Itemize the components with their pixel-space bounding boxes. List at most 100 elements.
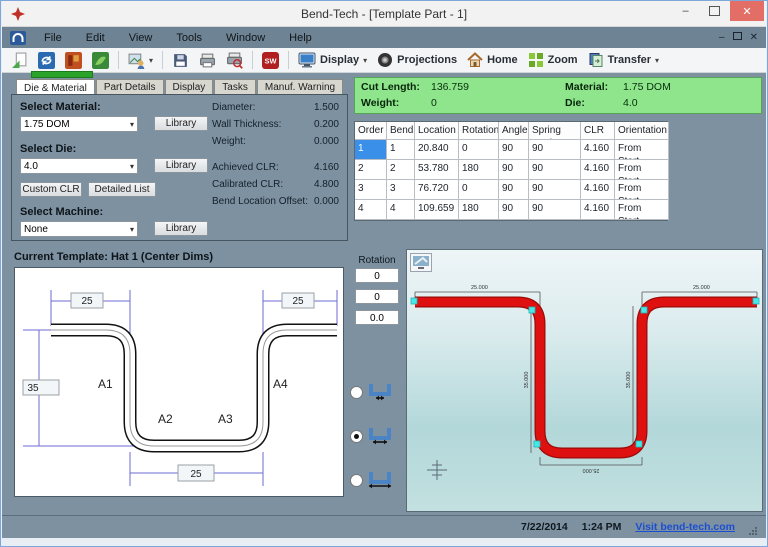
- diameter-value: 1.500: [313, 102, 339, 113]
- menu-edit[interactable]: Edit: [74, 32, 117, 44]
- viewport-dim-left-leg: 35.000: [524, 372, 530, 389]
- toolbar: ▾ SW Display ▾ Projections Home Zoom Tran…: [2, 48, 766, 73]
- home-button[interactable]: Home: [462, 50, 523, 70]
- die-library-panel-button[interactable]: Library: [154, 158, 208, 173]
- summary-weight-value: 0: [431, 97, 437, 109]
- table-row[interactable]: 1120.840090904.160From Start: [355, 140, 669, 160]
- display-button[interactable]: Display ▾: [293, 50, 372, 70]
- measure-option-center[interactable]: [350, 426, 394, 446]
- zoom-icon: [528, 53, 543, 67]
- dim-input-top-left[interactable]: 25: [70, 292, 104, 309]
- maximize-button[interactable]: [700, 1, 729, 21]
- machine-select[interactable]: None ▾: [20, 221, 138, 237]
- projections-button[interactable]: Projections: [372, 50, 462, 70]
- close-button[interactable]: ✕: [730, 1, 764, 21]
- print-preview-button[interactable]: [221, 50, 248, 71]
- export-dropdown-arrow[interactable]: ▾: [149, 56, 153, 65]
- viewport-dim-top-left: 25.000: [471, 285, 488, 291]
- rotation-input-1[interactable]: 0: [355, 268, 399, 283]
- table-row[interactable]: 2253.78018090904.160From Start: [355, 160, 669, 180]
- material-library-button[interactable]: [60, 50, 87, 71]
- rotation-panel: Rotation 0 0 0.0: [348, 249, 406, 511]
- home-window-icon: [10, 30, 26, 45]
- col-rotation: Rotation: [459, 122, 499, 140]
- channel-center-icon: [369, 428, 391, 445]
- application-window: Bend-Tech - [Template Part - 1] – ✕ File…: [0, 0, 768, 547]
- tab-display[interactable]: Display: [164, 79, 214, 95]
- cut-length-value: 136.759: [431, 81, 469, 93]
- bend-label-a3: A3: [218, 412, 233, 426]
- material-select[interactable]: 1.75 DOM ▾: [20, 116, 138, 132]
- save-button[interactable]: [167, 50, 194, 71]
- resize-grip[interactable]: [749, 523, 758, 535]
- title-bar: Bend-Tech - [Template Part - 1] – ✕: [2, 1, 766, 27]
- achieved-clr-value: 4.160: [313, 162, 339, 173]
- part-viewport[interactable]: 25.000 25.000 35.000 35.000 25.000: [406, 249, 763, 512]
- tab-manuf-warning[interactable]: Manuf. Warning: [256, 79, 344, 95]
- transfer-icon: [589, 53, 603, 67]
- tab-part-details[interactable]: Part Details: [95, 79, 164, 95]
- weight-value: 0.000: [313, 136, 339, 147]
- refresh-button[interactable]: [33, 50, 60, 71]
- dim-input-bottom[interactable]: 25: [177, 464, 215, 482]
- solidworks-export-button[interactable]: SW: [257, 50, 284, 71]
- channel-inside-icon: [369, 472, 391, 489]
- radio-inside[interactable]: [350, 473, 363, 487]
- zoom-button[interactable]: Zoom: [523, 50, 583, 70]
- svg-text:35: 35: [27, 383, 39, 394]
- bend-label-a1: A1: [98, 377, 113, 391]
- svg-text:SW: SW: [265, 56, 277, 65]
- material-library-panel-button[interactable]: Library: [154, 116, 208, 131]
- summary-box: Cut Length: 136.759 Weight: 0 Material: …: [354, 77, 762, 114]
- radio-center[interactable]: [350, 429, 363, 443]
- summary-weight-label: Weight:: [361, 97, 400, 109]
- detailed-list-button[interactable]: Detailed List: [88, 182, 156, 197]
- transfer-button[interactable]: Transfer ▾: [583, 50, 664, 70]
- content-area: Die & Material Part Details Display Task…: [2, 71, 766, 515]
- menu-help[interactable]: Help: [277, 32, 324, 44]
- svg-text:25: 25: [190, 469, 202, 480]
- rotation-label: Rotation: [358, 255, 396, 266]
- measure-option-outside[interactable]: [350, 382, 394, 402]
- bend-tech-link[interactable]: Visit bend-tech.com: [635, 521, 735, 533]
- new-part-button[interactable]: [6, 50, 33, 71]
- custom-clr-button[interactable]: Custom CLR: [20, 182, 82, 197]
- bend-node-markers: [410, 297, 760, 448]
- mdi-close-button[interactable]: ✕: [750, 32, 758, 43]
- mdi-minimize-button[interactable]: –: [719, 32, 725, 43]
- template-header: Current Template: Hat 1 (Center Dims): [14, 251, 214, 263]
- print-button[interactable]: [194, 50, 221, 71]
- minimize-button[interactable]: –: [671, 1, 700, 21]
- menu-file[interactable]: File: [32, 32, 74, 44]
- svg-text:25: 25: [81, 296, 93, 307]
- col-bend: Bend: [387, 122, 415, 140]
- summary-die-label: Die:: [565, 97, 585, 109]
- window-title: Bend-Tech - [Template Part - 1]: [300, 7, 468, 21]
- viewport-display-icon[interactable]: [410, 253, 432, 277]
- menu-view[interactable]: View: [117, 32, 165, 44]
- tab-tasks[interactable]: Tasks: [214, 79, 256, 95]
- viewport-dim-right-leg: 35.000: [626, 372, 632, 389]
- die-select[interactable]: 4.0 ▾: [20, 158, 138, 174]
- bend-table: Order Bend Location Rotation Angle Sprin…: [354, 121, 669, 221]
- calibrated-clr-value: 4.800: [313, 179, 339, 190]
- menu-window[interactable]: Window: [214, 32, 277, 44]
- export-image-button[interactable]: ▾: [123, 50, 158, 71]
- rotation-input-3[interactable]: 0.0: [355, 310, 399, 325]
- table-row[interactable]: 44109.65918090904.160From Start: [355, 200, 669, 220]
- summary-material-label: Material:: [565, 81, 609, 93]
- col-clr: CLR: [581, 122, 615, 140]
- die-library-button[interactable]: [87, 50, 114, 71]
- menu-tools[interactable]: Tools: [164, 32, 214, 44]
- measure-option-inside[interactable]: [350, 470, 394, 490]
- mdi-restore-button[interactable]: [732, 32, 742, 43]
- template-drawing: 25 25 35 25 A1 A2 A3 A4: [14, 267, 344, 497]
- radio-outside[interactable]: [350, 385, 363, 399]
- dim-input-left[interactable]: 35: [22, 379, 60, 396]
- select-die-label: Select Die:: [20, 143, 77, 155]
- dim-input-top-right[interactable]: 25: [281, 292, 315, 309]
- rotation-input-2[interactable]: 0: [355, 289, 399, 304]
- origin-crosshair: [427, 460, 447, 480]
- table-row[interactable]: 3376.720090904.160From Start: [355, 180, 669, 200]
- machine-library-panel-button[interactable]: Library: [154, 221, 208, 236]
